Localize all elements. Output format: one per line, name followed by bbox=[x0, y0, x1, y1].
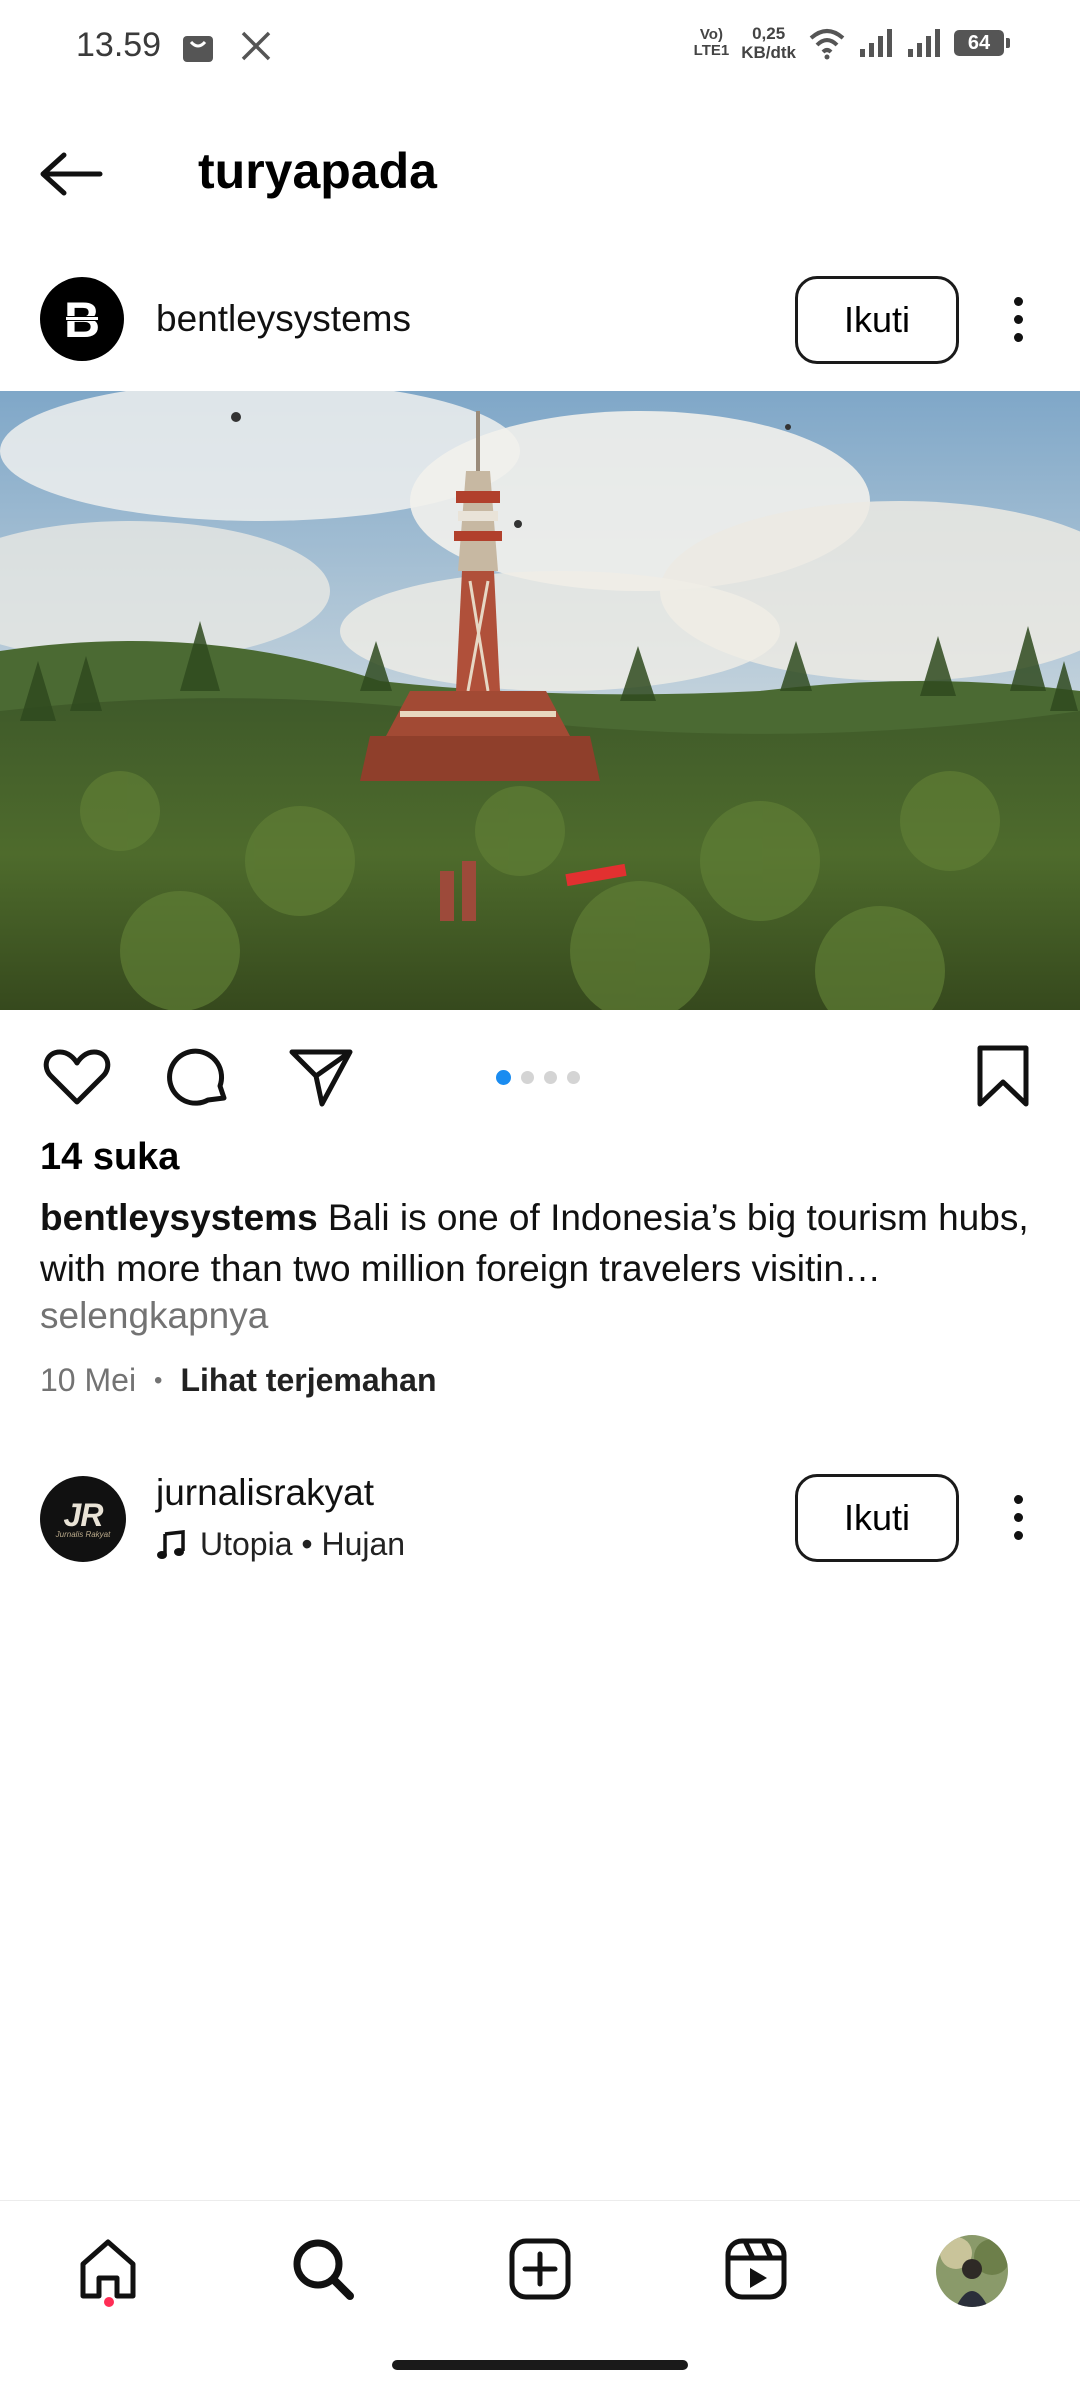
post-caption: bentleysystems Bali is one of Indonesia’… bbox=[40, 1192, 1050, 1294]
bottom-navigation bbox=[0, 2200, 1080, 2330]
vertical-ellipsis-icon bbox=[1013, 1494, 1023, 1504]
back-button[interactable] bbox=[38, 144, 118, 204]
volte-indicator: Vo) LTE1 bbox=[693, 26, 730, 59]
post-header: B bentleysystems Ikuti bbox=[0, 264, 1080, 376]
search-icon bbox=[293, 2239, 354, 2300]
music-info[interactable]: Utopia • Hujan bbox=[156, 1526, 405, 1563]
wifi-icon bbox=[809, 29, 845, 60]
post-username[interactable]: jurnalisrakyat bbox=[156, 1472, 374, 1514]
comment-button[interactable] bbox=[164, 1042, 234, 1112]
bentley-logo-icon: B bbox=[58, 292, 106, 347]
notification-dot bbox=[104, 2297, 114, 2307]
carousel-indicator bbox=[496, 1070, 580, 1085]
reels-icon bbox=[725, 2238, 787, 2300]
follow-button[interactable]: Ikuti bbox=[795, 1474, 959, 1562]
post-photo bbox=[0, 391, 1080, 1010]
page-title: turyapada bbox=[198, 143, 437, 199]
status-bar: 13.59 Vo) LTE1 0,25 KB/dtk 64 bbox=[0, 0, 1080, 96]
share-icon bbox=[289, 1049, 353, 1107]
post-username[interactable]: bentleysystems bbox=[156, 298, 411, 340]
save-button[interactable] bbox=[968, 1042, 1038, 1112]
vertical-ellipsis-icon bbox=[1013, 296, 1023, 306]
avatar-logo-subtext: Jurnalis Rakyat bbox=[55, 1529, 111, 1539]
add-post-icon bbox=[509, 2238, 571, 2300]
nav-create[interactable] bbox=[502, 2231, 578, 2307]
arrow-left-icon bbox=[40, 152, 103, 196]
music-title: Utopia • Hujan bbox=[200, 1526, 406, 1562]
carousel-dot bbox=[544, 1071, 557, 1084]
nav-search[interactable] bbox=[285, 2231, 361, 2307]
home-indicator[interactable] bbox=[392, 2360, 688, 2370]
shopping-bag-icon bbox=[183, 36, 213, 62]
next-post-header: JR Jurnalis Rakyat jurnalisrakyat Utopia… bbox=[0, 1460, 1080, 1580]
more-options-button[interactable] bbox=[998, 1477, 1038, 1557]
post-meta: 10 Mei • Lihat terjemahan bbox=[40, 1362, 437, 1399]
avatar[interactable]: B bbox=[40, 277, 124, 361]
signal-icon bbox=[908, 29, 940, 57]
profile-avatar bbox=[936, 2235, 1008, 2307]
more-options-button[interactable] bbox=[998, 279, 1038, 359]
bookmark-icon bbox=[977, 1045, 1029, 1107]
see-more-link[interactable]: selengkapnya bbox=[40, 1295, 268, 1337]
network-speed: 0,25 KB/dtk bbox=[741, 24, 796, 62]
like-button[interactable] bbox=[42, 1042, 112, 1112]
carousel-dot-active bbox=[496, 1070, 511, 1085]
post-actions bbox=[0, 1030, 1080, 1116]
x-logo-icon bbox=[241, 31, 271, 61]
post-image[interactable] bbox=[0, 391, 1080, 1010]
notification-icons bbox=[180, 28, 272, 64]
caption-username[interactable]: bentleysystems bbox=[40, 1197, 318, 1238]
avatar-logo: JR bbox=[63, 1496, 104, 1533]
signal-icon bbox=[860, 29, 892, 57]
follow-button[interactable]: Ikuti bbox=[795, 276, 959, 364]
carousel-dot bbox=[521, 1071, 534, 1084]
page-header: turyapada bbox=[0, 120, 1080, 224]
comment-icon bbox=[167, 1048, 227, 1106]
nav-profile[interactable] bbox=[936, 2235, 1008, 2307]
share-button[interactable] bbox=[286, 1042, 356, 1112]
carousel-dot bbox=[567, 1071, 580, 1084]
nav-reels[interactable] bbox=[718, 2231, 794, 2307]
avatar[interactable]: JR Jurnalis Rakyat bbox=[40, 1476, 126, 1562]
music-note-icon bbox=[157, 1529, 185, 1559]
nav-home[interactable] bbox=[70, 2231, 146, 2307]
translate-link[interactable]: Lihat terjemahan bbox=[180, 1362, 436, 1399]
status-time: 13.59 bbox=[76, 26, 162, 64]
heart-icon bbox=[43, 1049, 111, 1105]
like-count[interactable]: 14 suka bbox=[40, 1136, 179, 1179]
post-date: 10 Mei bbox=[40, 1362, 137, 1398]
separator: • bbox=[154, 1366, 163, 1394]
system-indicators: Vo) LTE1 0,25 KB/dtk 64 bbox=[693, 24, 1010, 62]
home-icon bbox=[80, 2239, 136, 2299]
battery-indicator: 64 bbox=[954, 30, 1010, 56]
